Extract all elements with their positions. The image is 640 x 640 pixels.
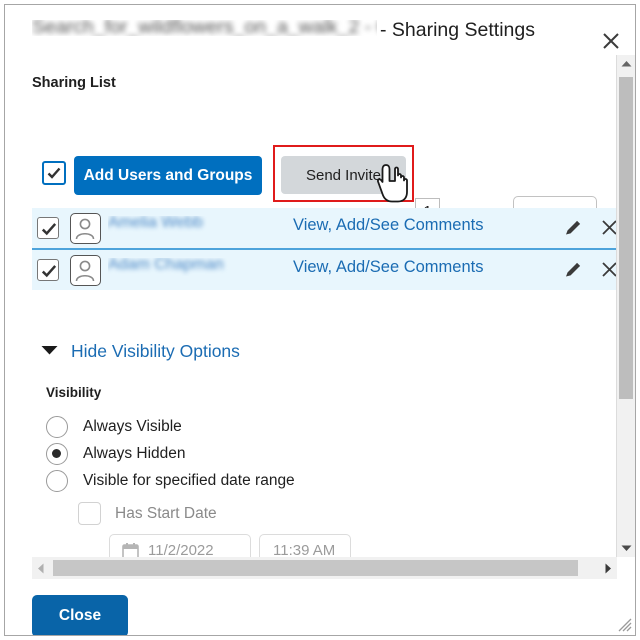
horizontal-scrollbar-thumb[interactable] [53,560,578,576]
sharing-list-label: Sharing List [32,75,116,91]
hide-visibility-options-label: Hide Visibility Options [71,341,240,361]
close-button[interactable]: Close [32,595,128,635]
start-time-value: 11:39 AM [273,542,336,557]
dialog-body: Sharing List Add Users and Groups Send I… [5,55,617,557]
sharing-list-table: Amelia Webb View, Add/See Comments Adam … [32,208,617,290]
caret-down-icon[interactable] [617,539,635,557]
radio-always-visible[interactable]: Always Visible [46,416,182,438]
table-row: Adam Chapman View, Add/See Comments [32,248,617,290]
calendar-icon [122,542,139,557]
caret-up-icon[interactable] [617,55,635,73]
vertical-scrollbar[interactable] [616,55,635,557]
radio-label: Always Hidden [83,445,186,462]
vertical-scrollbar-thumb[interactable] [619,77,633,399]
user-name-blurred: Amelia Webb [108,216,203,231]
start-date-field[interactable]: 11/2/2022 [109,534,251,557]
close-icon[interactable] [599,217,617,243]
user-avatar-icon [70,255,101,286]
pencil-icon[interactable] [563,218,583,243]
radio-indicator [46,443,68,465]
radio-indicator [46,416,68,438]
table-row: Amelia Webb View, Add/See Comments [32,208,617,248]
user-name-blurred: Adam Chapman [108,258,224,273]
dialog-title-suffix: - Sharing Settings [380,18,536,41]
radio-always-hidden[interactable]: Always Hidden [46,443,186,465]
radio-indicator [46,470,68,492]
row-select-checkbox[interactable] [37,259,59,281]
visibility-group-label: Visibility [46,385,102,400]
hide-visibility-options-toggle[interactable]: Hide Visibility Options [40,341,240,362]
radio-visible-date-range[interactable]: Visible for specified date range [46,470,295,492]
radio-label: Visible for specified date range [83,472,295,489]
caret-down-icon [40,343,59,361]
user-avatar-icon [70,213,101,244]
horizontal-scrollbar[interactable] [32,557,617,579]
send-invite-button[interactable]: Send Invite [281,156,406,194]
close-icon[interactable] [599,29,623,53]
select-all-checkbox[interactable] [42,161,66,185]
has-start-date-label: Has Start Date [115,504,217,522]
row-permissions-link[interactable]: View, Add/See Comments [293,216,483,235]
pencil-icon[interactable] [563,260,583,285]
start-time-field[interactable]: 11:39 AM [259,534,351,557]
row-select-checkbox[interactable] [37,217,59,239]
resize-grip-icon[interactable] [618,618,632,632]
caret-left-icon[interactable] [32,557,50,579]
dialog-titlebar: Search_for_wildflowers_on_a_walk_2 - Cop… [5,5,635,55]
radio-label: Always Visible [83,418,182,435]
dialog-title: Search_for_wildflowers_on_a_walk_2 - Cop… [32,19,535,42]
has-start-date-checkbox[interactable]: Has Start Date [78,502,217,525]
dialog-title-filename-blurred: Search_for_wildflowers_on_a_walk_2 - Cop… [32,19,377,36]
add-users-and-groups-button[interactable]: Add Users and Groups [74,156,262,195]
caret-right-icon[interactable] [599,557,617,579]
start-date-value: 11/2/2022 [148,542,214,557]
sharing-settings-dialog: Search_for_wildflowers_on_a_walk_2 - Cop… [4,4,636,636]
row-permissions-link[interactable]: View, Add/See Comments [293,258,483,277]
checkbox-indicator [78,502,101,525]
close-icon[interactable] [599,259,617,285]
